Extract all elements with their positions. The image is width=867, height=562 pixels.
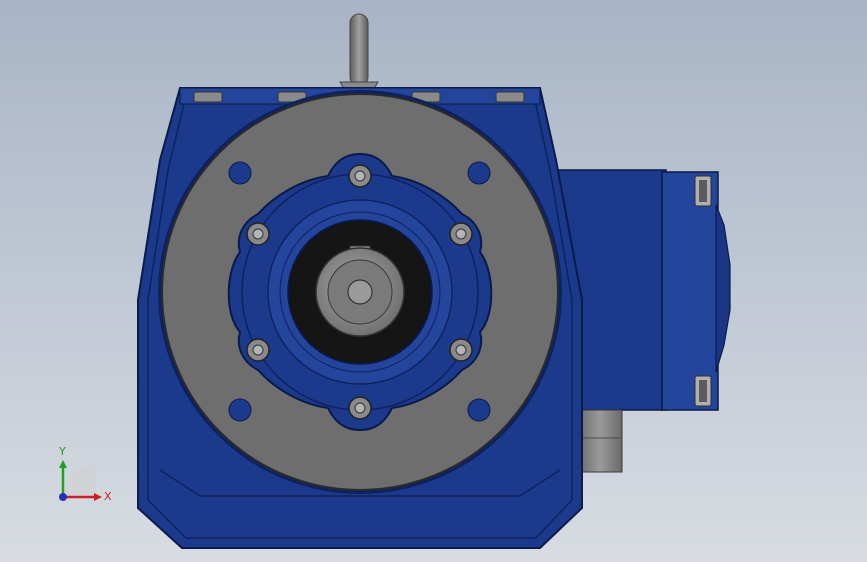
flange-hole <box>467 398 491 422</box>
bolt-bottom <box>348 396 372 420</box>
bolt-lower-left <box>246 338 270 362</box>
cad-viewport[interactable]: X Y <box>0 0 867 562</box>
bolt-upper-left <box>246 222 270 246</box>
flange-hole <box>228 161 252 185</box>
drain-fitting[interactable] <box>577 409 623 473</box>
bolt-upper-right <box>449 222 473 246</box>
triad-y-label: Y <box>58 445 66 458</box>
triad-x-label: X <box>104 490 112 503</box>
bolt-lower-right <box>449 338 473 362</box>
flange-hole <box>467 161 491 185</box>
bolt-top <box>348 164 372 188</box>
output-shaft-bore[interactable] <box>287 219 433 365</box>
flange-hole <box>228 398 252 422</box>
triad-z-axis <box>59 493 67 501</box>
gearbox-model-view[interactable]: X Y <box>0 0 867 562</box>
